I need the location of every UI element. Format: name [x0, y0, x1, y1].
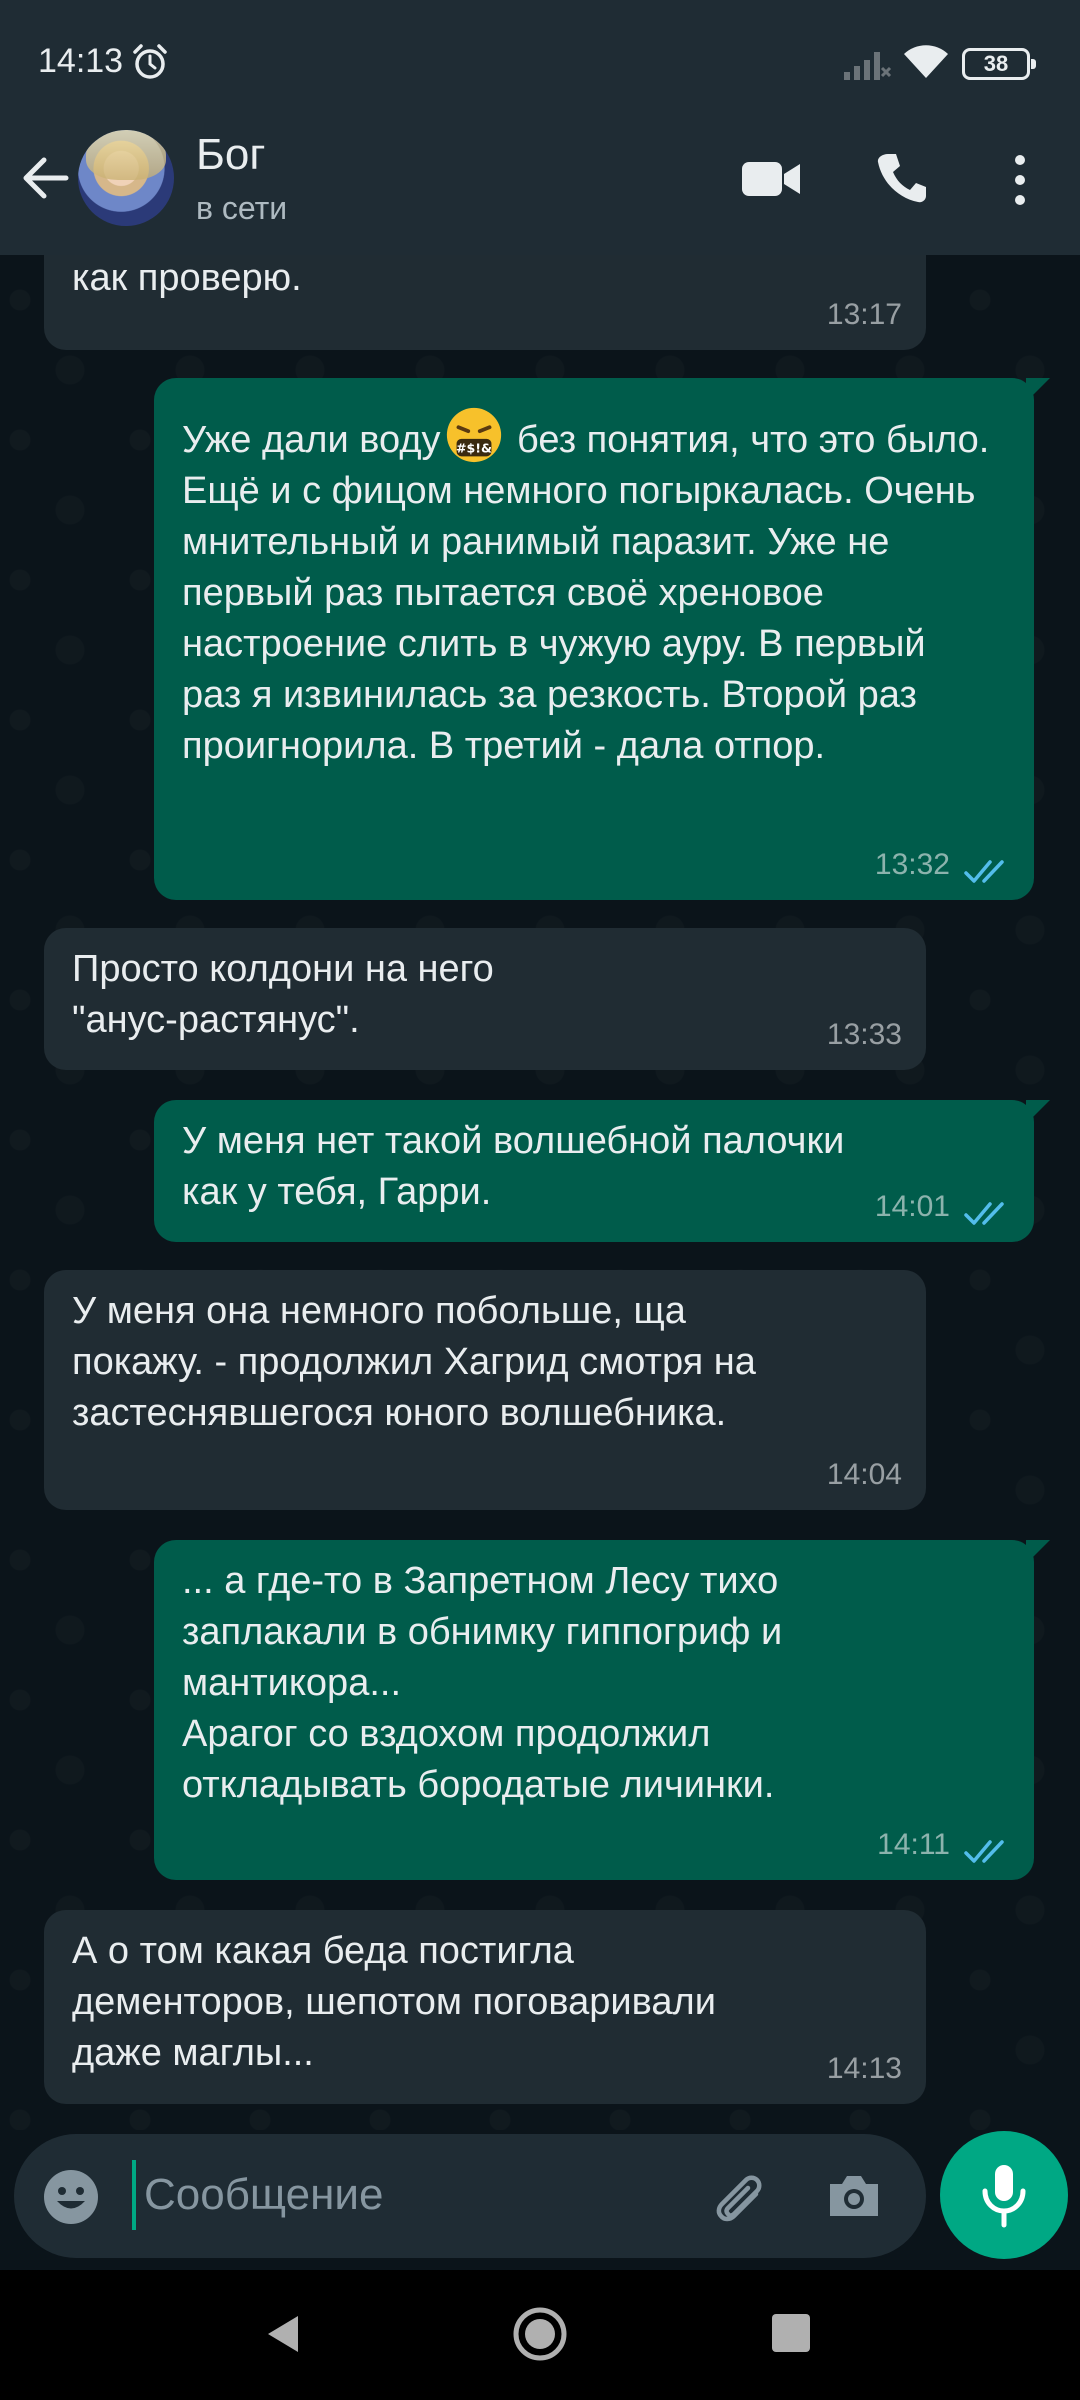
- phone-icon[interactable]: [874, 150, 930, 206]
- message-composer: [14, 2134, 926, 2258]
- top-bar: 14:13 38 Бог в сети: [0, 0, 1080, 255]
- face-with-symbols-on-mouth-emoji-icon: #$!&: [446, 407, 501, 463]
- message-text: А о том какая беда постигла дементоров, …: [72, 1930, 716, 2074]
- system-navigation-bar: [0, 2270, 1080, 2400]
- message-text-part: без понятия, что это было. Ещё и с фицом…: [182, 419, 990, 767]
- signal-icon: [844, 52, 892, 80]
- nav-recents-icon[interactable]: [772, 2314, 810, 2352]
- camera-icon[interactable]: [824, 2166, 884, 2226]
- contact-name[interactable]: Бог: [196, 130, 265, 180]
- message-text: Уже дали воду #$!& без понятия, что это б…: [182, 404, 992, 772]
- battery-level: 38: [983, 51, 1009, 76]
- bubble-tail: [1026, 1540, 1050, 1564]
- message-outgoing[interactable]: Уже дали воду #$!& без понятия, что это б…: [154, 378, 1050, 900]
- message-text: У меня она немного побольше, ща покажу. …: [72, 1290, 756, 1434]
- voice-message-button[interactable]: [940, 2131, 1068, 2259]
- chat-area[interactable]: Мда... Я домой пойду в 14:00. Напишу как…: [0, 0, 1080, 2130]
- more-vertical-icon[interactable]: [1000, 150, 1040, 210]
- nav-back-icon[interactable]: [262, 2312, 306, 2356]
- message-outgoing[interactable]: У меня нет такой волшебной палочки как у…: [154, 1100, 1050, 1242]
- message-incoming[interactable]: Просто колдони на него "анус-растянус". …: [44, 928, 926, 1070]
- double-check-read-icon: [964, 860, 1004, 883]
- message-input[interactable]: [132, 2160, 692, 2230]
- message-text-part: Уже дали воду: [182, 419, 441, 461]
- microphone-icon: [982, 2165, 1026, 2228]
- message-time: 14:04: [826, 1458, 902, 1491]
- bubble-tail: [1026, 378, 1050, 402]
- message-incoming[interactable]: У меня она немного побольше, ща покажу. …: [44, 1270, 926, 1510]
- contact-status: в сети: [196, 190, 288, 226]
- status-time: 14:13: [38, 42, 124, 80]
- message-outgoing[interactable]: ... а где-то в Запретном Лесу тихо запла…: [154, 1540, 1050, 1880]
- message-time: 14:01: [874, 1190, 950, 1223]
- nav-home-icon[interactable]: [512, 2306, 568, 2362]
- svg-text:#$!&: #$!&: [456, 440, 492, 455]
- video-call-icon[interactable]: [740, 154, 802, 204]
- message-time: 13:17: [826, 298, 902, 331]
- bubble-tail: [1026, 1100, 1050, 1124]
- status-bar: 14:13 38: [0, 0, 1080, 120]
- double-check-read-icon: [964, 1202, 1004, 1225]
- alarm-icon: [133, 44, 167, 79]
- message-time: 13:33: [826, 1018, 902, 1051]
- message-time: 14:11: [877, 1828, 950, 1861]
- paperclip-icon[interactable]: [704, 2164, 768, 2228]
- back-arrow-icon[interactable]: [18, 150, 74, 206]
- message-text: Просто колдони на него "анус-растянус".: [72, 948, 494, 1041]
- battery-icon: 38: [962, 48, 1036, 80]
- message-text: ... а где-то в Запретном Лесу тихо запла…: [182, 1560, 783, 1806]
- emoji-icon[interactable]: [42, 2168, 100, 2226]
- message-time: 13:32: [874, 848, 950, 881]
- contact-avatar[interactable]: [78, 130, 174, 226]
- wifi-icon: [904, 45, 948, 78]
- chat-header: Бог в сети: [0, 120, 1080, 255]
- double-check-read-icon: [964, 1840, 1004, 1863]
- message-time: 14:13: [826, 2052, 902, 2085]
- message-incoming[interactable]: А о том какая беда постигла дементоров, …: [44, 1910, 926, 2104]
